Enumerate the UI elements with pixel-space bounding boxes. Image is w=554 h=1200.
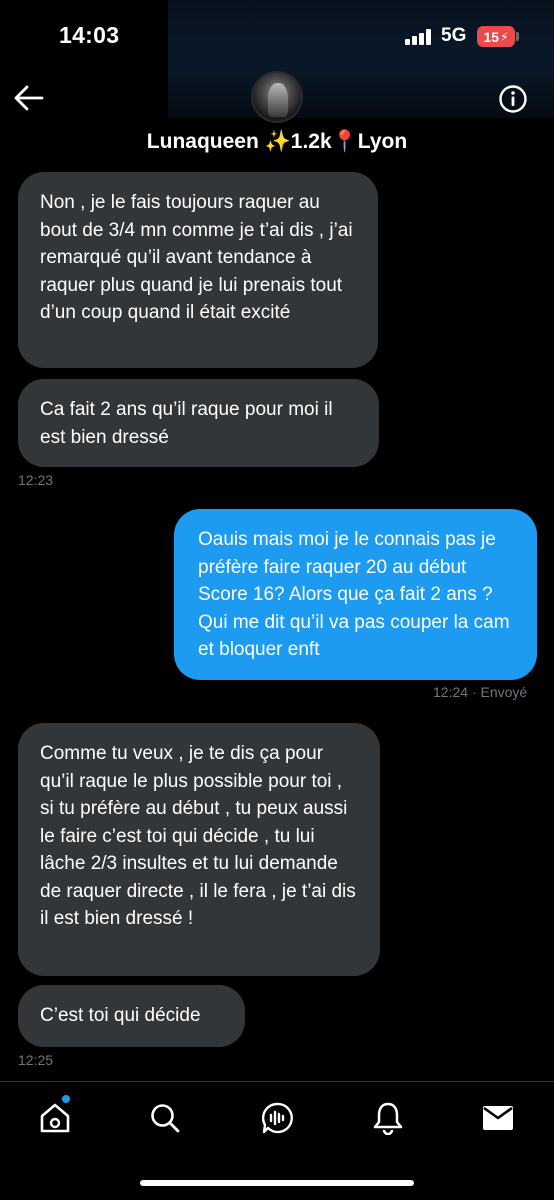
message-timestamp: 12:24: [433, 684, 469, 700]
message-meta: 12:24 · Envoyé: [433, 684, 527, 700]
home-icon[interactable]: [35, 1098, 75, 1138]
signal-icon: [405, 29, 435, 45]
avatar[interactable]: [251, 71, 303, 123]
battery-level: 15: [483, 28, 500, 45]
search-icon[interactable]: [145, 1098, 185, 1138]
message-bubble-incoming[interactable]: Non , je le fais toujours raquer au bout…: [18, 172, 378, 368]
battery-cap: [516, 32, 519, 41]
battery-icon: 15 ⚡: [477, 26, 515, 47]
message-bubble-incoming[interactable]: Ca fait 2 ans qu’il raque pour moi il es…: [18, 379, 379, 467]
message-bubble-incoming[interactable]: C’est toi qui décide: [18, 985, 245, 1047]
status-time: 14:03: [59, 22, 120, 48]
blurred-background: [168, 0, 554, 118]
notification-dot: [62, 1095, 70, 1103]
mail-icon[interactable]: [478, 1098, 518, 1138]
contact-name[interactable]: Lunaqueen ✨1.2k📍Lyon: [0, 130, 554, 154]
home-indicator: [140, 1180, 414, 1186]
status-bar: 14:03 5G 15 ⚡: [0, 0, 554, 118]
message-status: · Envoyé: [468, 684, 528, 700]
info-icon[interactable]: [498, 84, 528, 114]
message-bubble-incoming[interactable]: Comme tu veux , je te dis ça pour qu’il …: [18, 723, 380, 976]
message-bubble-outgoing[interactable]: Oauis mais moi je le connais pas je préf…: [174, 509, 537, 680]
message-timestamp: 12:23: [18, 472, 54, 488]
bell-icon[interactable]: [368, 1098, 408, 1138]
message-timestamp: 12:25: [18, 1052, 54, 1068]
tab-bar-divider: [0, 1081, 554, 1082]
spaces-icon[interactable]: [257, 1098, 297, 1138]
network-label: 5G: [441, 25, 467, 46]
back-arrow-icon[interactable]: [14, 85, 44, 111]
